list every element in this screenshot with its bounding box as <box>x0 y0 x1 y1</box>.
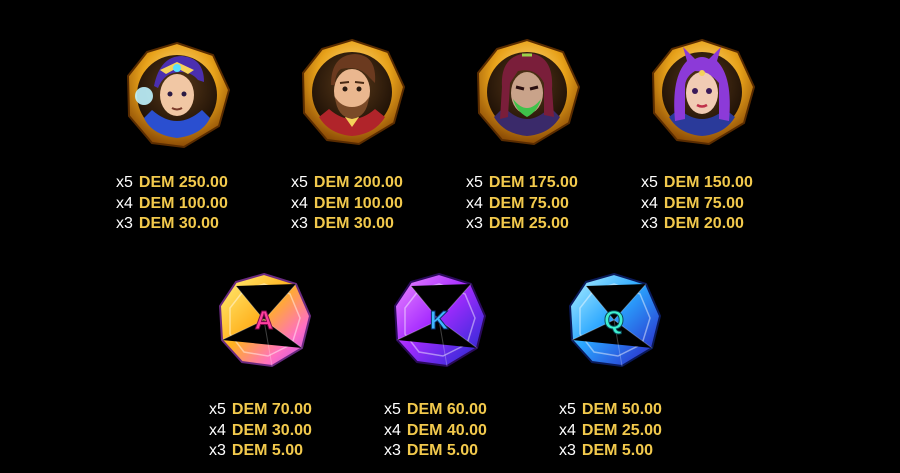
gem-letter: K <box>430 305 449 335</box>
gem-q-icon: Q <box>568 272 662 368</box>
pay-table: x5 DEM 150.00 x4 DEM 75.00 x3 DEM 20.00 <box>641 173 753 235</box>
payout-amount: DEM 175.00 <box>488 174 578 191</box>
pay-row: x4 DEM 30.00 <box>209 421 312 442</box>
payout-amount: DEM 100.00 <box>138 194 228 212</box>
payout-amount: DEM 60.00 <box>406 401 487 418</box>
pay-table: x5 DEM 50.00 x4 DEM 25.00 x3 DEM 5.00 <box>559 400 662 462</box>
pay-row: x4 DEM 25.00 <box>559 421 662 442</box>
pay-table: x5 DEM 250.00 x4 DEM 100.00 x3 DEM 30.00 <box>116 173 228 235</box>
pay-row: x3 DEM 25.00 <box>466 214 578 235</box>
pay-row: x5 DEM 200.00 <box>291 173 403 194</box>
payout-amount: DEM 75.00 <box>488 194 569 212</box>
payout-amount: DEM 5.00 <box>406 442 479 459</box>
multiplier-label: x4 <box>641 194 658 212</box>
pay-row: x3 DEM 5.00 <box>384 441 487 462</box>
multiplier-label: x5 <box>559 401 576 418</box>
multiplier-label: x3 <box>116 215 133 232</box>
pay-row: x5 DEM 60.00 <box>384 400 487 421</box>
pay-row: x3 DEM 5.00 <box>559 441 662 462</box>
pay-table: x5 DEM 175.00 x4 DEM 75.00 x3 DEM 25.00 <box>466 173 578 235</box>
multiplier-label: x5 <box>466 174 483 191</box>
multiplier-label: x5 <box>209 401 226 418</box>
payout-amount: DEM 200.00 <box>313 174 403 191</box>
multiplier-label: x5 <box>291 174 308 191</box>
multiplier-label: x4 <box>559 421 576 439</box>
pay-row: x5 DEM 175.00 <box>466 173 578 194</box>
pay-table: x5 DEM 200.00 x4 DEM 100.00 x3 DEM 30.00 <box>291 173 403 235</box>
payout-amount: DEM 5.00 <box>231 442 304 459</box>
hero-blue-hair-icon <box>126 41 231 149</box>
multiplier-label: x5 <box>384 401 401 418</box>
multiplier-label: x4 <box>384 421 401 439</box>
payout-amount: DEM 150.00 <box>663 174 753 191</box>
payout-amount: DEM 70.00 <box>231 401 312 418</box>
multiplier-label: x5 <box>116 174 133 191</box>
gem-k-icon: K <box>393 272 487 368</box>
pay-row: x4 DEM 75.00 <box>641 194 753 215</box>
payout-amount: DEM 250.00 <box>138 174 228 191</box>
gem-letter: A <box>255 305 274 335</box>
pay-row: x3 DEM 30.00 <box>116 214 228 235</box>
multiplier-label: x3 <box>209 442 226 459</box>
multiplier-label: x3 <box>641 215 658 232</box>
villain-purple-hair-woman-icon <box>651 38 756 146</box>
payout-amount: DEM 75.00 <box>663 194 744 212</box>
gem-a-icon: A <box>218 272 312 368</box>
hero-bearded-man-icon <box>301 38 406 146</box>
multiplier-label: x4 <box>209 421 226 439</box>
multiplier-label: x3 <box>291 215 308 232</box>
payout-amount: DEM 100.00 <box>313 194 403 212</box>
payout-amount: DEM 30.00 <box>231 421 312 439</box>
pay-row: x4 DEM 75.00 <box>466 194 578 215</box>
pay-row: x3 DEM 20.00 <box>641 214 753 235</box>
pay-row: x5 DEM 70.00 <box>209 400 312 421</box>
payout-amount: DEM 25.00 <box>581 421 662 439</box>
multiplier-label: x5 <box>641 174 658 191</box>
multiplier-label: x3 <box>466 215 483 232</box>
multiplier-label: x4 <box>116 194 133 212</box>
payout-amount: DEM 30.00 <box>138 215 219 232</box>
multiplier-label: x3 <box>384 442 401 459</box>
pay-table: x5 DEM 60.00 x4 DEM 40.00 x3 DEM 5.00 <box>384 400 487 462</box>
gem-letter: Q <box>604 305 624 335</box>
pay-row: x4 DEM 100.00 <box>291 194 403 215</box>
pay-row: x4 DEM 100.00 <box>116 194 228 215</box>
pay-row: x5 DEM 50.00 <box>559 400 662 421</box>
villain-masked-woman-icon <box>476 38 581 146</box>
payout-amount: DEM 25.00 <box>488 215 569 232</box>
multiplier-label: x4 <box>291 194 308 212</box>
pay-row: x3 DEM 5.00 <box>209 441 312 462</box>
payout-amount: DEM 30.00 <box>313 215 394 232</box>
pay-row: x4 DEM 40.00 <box>384 421 487 442</box>
multiplier-label: x3 <box>559 442 576 459</box>
pay-table: x5 DEM 70.00 x4 DEM 30.00 x3 DEM 5.00 <box>209 400 312 462</box>
payout-amount: DEM 5.00 <box>581 442 654 459</box>
pay-row: x3 DEM 30.00 <box>291 214 403 235</box>
payout-amount: DEM 20.00 <box>663 215 744 232</box>
payout-amount: DEM 50.00 <box>581 401 662 418</box>
multiplier-label: x4 <box>466 194 483 212</box>
payout-amount: DEM 40.00 <box>406 421 487 439</box>
pay-row: x5 DEM 250.00 <box>116 173 228 194</box>
pay-row: x5 DEM 150.00 <box>641 173 753 194</box>
